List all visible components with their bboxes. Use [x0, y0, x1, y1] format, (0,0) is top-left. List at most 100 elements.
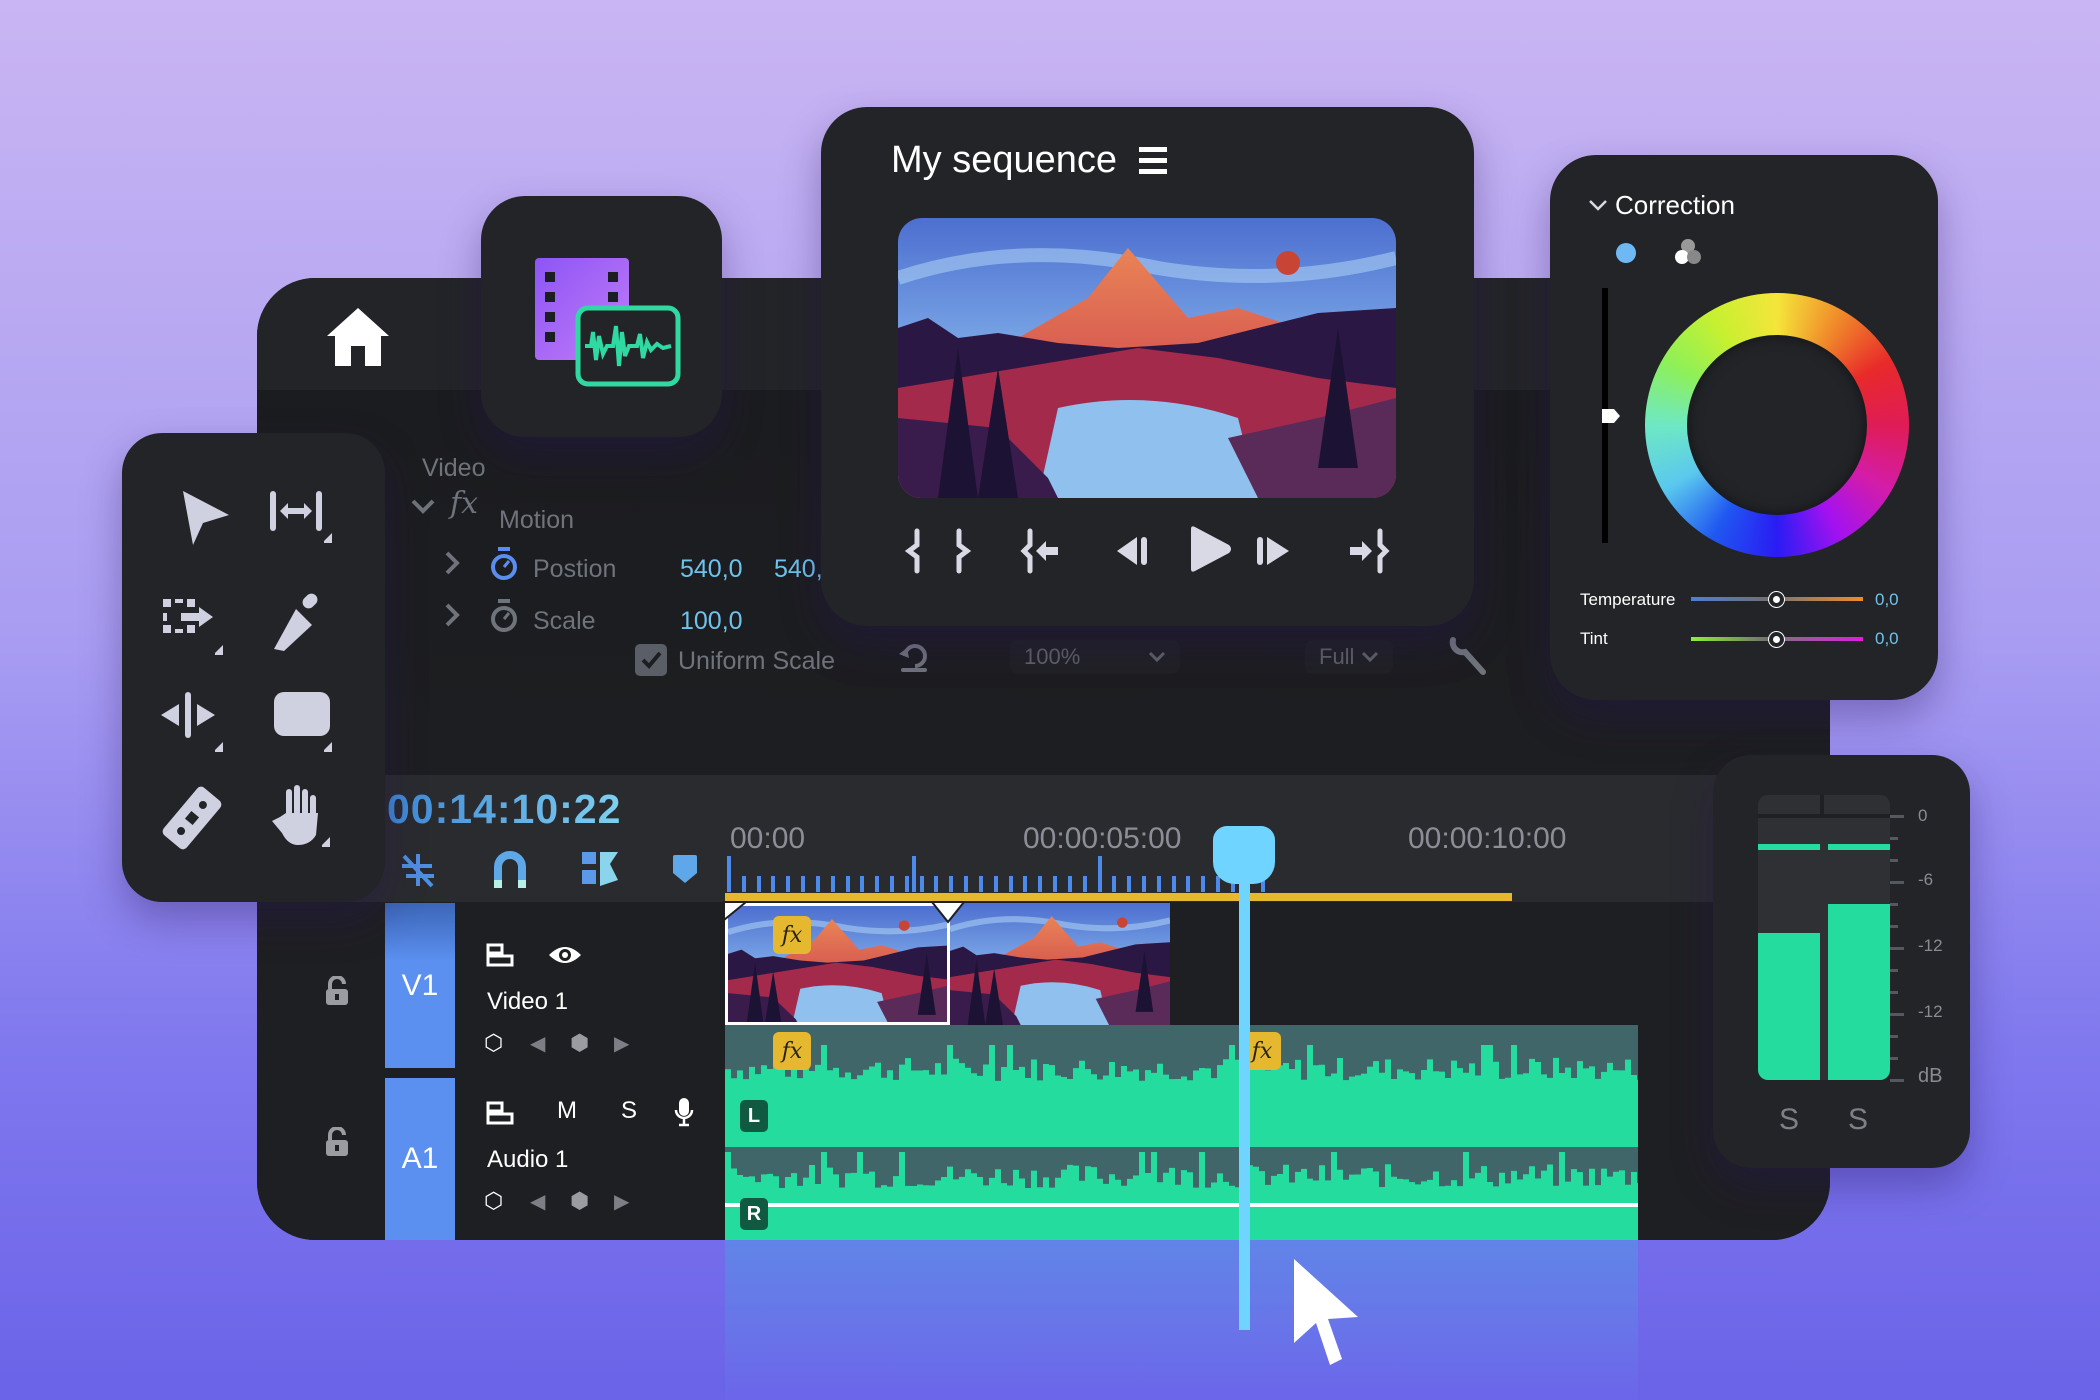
prev-keyframe-icon[interactable]: ◀ [530, 1189, 545, 1214]
go-to-out-icon[interactable] [1346, 527, 1394, 575]
position-y-value[interactable]: 540, [774, 555, 823, 584]
step-back-icon[interactable] [1111, 527, 1159, 575]
meter-scale-tick [1890, 815, 1904, 818]
marker-icon[interactable] [671, 853, 699, 885]
tint-slider-handle[interactable] [1769, 632, 1784, 647]
ruler-tick [830, 876, 835, 892]
lock-open-icon[interactable] [324, 976, 350, 1006]
single-wheel-icon[interactable] [1614, 241, 1638, 265]
chevron-right-icon[interactable] [443, 602, 461, 628]
ruler-tick [1008, 876, 1013, 892]
position-x-value[interactable]: 540,0 [680, 555, 743, 584]
video-clip[interactable] [950, 903, 1170, 1025]
magnet-icon[interactable] [493, 850, 527, 890]
solo-button[interactable]: S [1848, 1103, 1868, 1137]
playhead-line[interactable] [1239, 875, 1250, 1330]
track-name[interactable]: Audio 1 [487, 1146, 568, 1174]
property-name: Scale [533, 607, 596, 635]
home-icon[interactable] [325, 306, 391, 368]
snap-off-icon[interactable] [398, 850, 438, 890]
step-forward-icon[interactable] [1251, 527, 1299, 575]
volume-rubberband[interactable] [725, 1203, 1638, 1207]
color-wheel[interactable] [1645, 293, 1909, 557]
ruler-tick [1171, 876, 1176, 892]
reset-icon[interactable] [897, 640, 931, 674]
three-wheels-icon[interactable] [1673, 238, 1703, 266]
slider-label: Temperature [1580, 590, 1676, 609]
ruler-tick-major [912, 856, 917, 892]
track-target-v1[interactable]: V1 [385, 903, 455, 1068]
video-clip-selected[interactable] [725, 903, 950, 1025]
track-select-tool-icon[interactable] [157, 593, 227, 663]
next-keyframe-icon[interactable]: ▶ [614, 1031, 629, 1056]
ruler-tick [741, 876, 746, 892]
meter-peak-indicator [1828, 844, 1890, 851]
ruler-tick [1127, 876, 1132, 892]
temperature-slider-handle[interactable] [1769, 592, 1784, 607]
ruler-tick [890, 876, 895, 892]
go-to-in-icon[interactable] [1018, 527, 1066, 575]
rectangle-tool-icon[interactable] [264, 688, 334, 758]
ruler-tick [949, 876, 954, 892]
ruler-tick [801, 876, 806, 892]
mark-in-icon[interactable] [891, 527, 939, 575]
clip-thumbnail [728, 906, 950, 1025]
work-area-bar[interactable] [725, 893, 1512, 901]
keyframe-menu-icon[interactable]: ⬡ [484, 1188, 503, 1214]
ruler-tick [993, 876, 998, 892]
microphone-icon[interactable] [674, 1097, 694, 1127]
chevron-down-icon[interactable] [410, 497, 436, 517]
track-target-a1[interactable]: A1 [385, 1078, 455, 1240]
db-scale-label: -6 [1918, 870, 1934, 889]
scale-value[interactable]: 100,0 [680, 607, 743, 636]
linked-selection-icon[interactable] [580, 850, 620, 888]
chevron-down-icon[interactable] [1588, 198, 1608, 212]
ripple-edit-tool-icon[interactable] [264, 483, 334, 553]
toggle-output-icon[interactable] [486, 943, 514, 967]
mute-button[interactable]: M [557, 1097, 577, 1125]
stopwatch-icon[interactable] [489, 598, 519, 634]
add-keyframe-icon[interactable]: ⬢ [570, 1030, 589, 1056]
hand-tool-icon[interactable] [264, 783, 334, 853]
mark-out-icon[interactable] [941, 527, 989, 575]
fx-badge[interactable]: fx [773, 1032, 811, 1070]
audio-clip[interactable] [725, 1025, 1643, 1240]
uniform-scale-checkbox[interactable] [635, 644, 667, 676]
pen-tool-icon[interactable] [264, 593, 334, 663]
in-marker-icon[interactable] [722, 900, 748, 922]
temperature-value[interactable]: 0,0 [1875, 590, 1899, 610]
meter-scale-tick [1890, 881, 1904, 884]
chevron-right-icon[interactable] [443, 550, 461, 576]
track-name[interactable]: Video 1 [487, 988, 568, 1016]
video-preview[interactable] [898, 218, 1396, 498]
ruler-label: 00:00 [730, 822, 806, 855]
out-marker-icon[interactable] [930, 900, 966, 924]
selection-tool-icon[interactable] [167, 483, 237, 553]
lock-open-icon[interactable] [324, 1127, 350, 1157]
media-panel[interactable] [481, 196, 722, 437]
play-icon[interactable] [1183, 523, 1235, 575]
quality-dropdown[interactable]: Full [1305, 640, 1393, 674]
eye-icon[interactable] [547, 943, 583, 967]
zoom-dropdown[interactable]: 100% [1010, 640, 1180, 674]
razor-tool-icon[interactable] [157, 783, 227, 853]
ruler-tick [1186, 876, 1191, 892]
add-keyframe-icon[interactable]: ⬢ [570, 1188, 589, 1214]
fx-badge[interactable]: fx [773, 916, 811, 954]
solo-button[interactable]: S [1779, 1103, 1799, 1137]
prev-keyframe-icon[interactable]: ◀ [530, 1031, 545, 1056]
slip-tool-icon[interactable] [157, 688, 227, 758]
next-keyframe-icon[interactable]: ▶ [614, 1189, 629, 1214]
tint-value[interactable]: 0,0 [1875, 629, 1899, 649]
wrench-icon[interactable] [1449, 634, 1489, 676]
timecode-display[interactable]: 00:14:10:22 [387, 786, 621, 833]
hamburger-menu-icon[interactable] [1139, 147, 1169, 175]
solo-button[interactable]: S [621, 1097, 637, 1125]
ruler-tick [845, 876, 850, 892]
luma-slider-handle[interactable] [1600, 407, 1622, 425]
keyframe-menu-icon[interactable]: ⬡ [484, 1030, 503, 1056]
meter-scale-tick [1890, 925, 1898, 928]
stopwatch-icon[interactable] [489, 546, 519, 582]
reflection [725, 1240, 1638, 1400]
toggle-output-icon[interactable] [486, 1101, 514, 1125]
